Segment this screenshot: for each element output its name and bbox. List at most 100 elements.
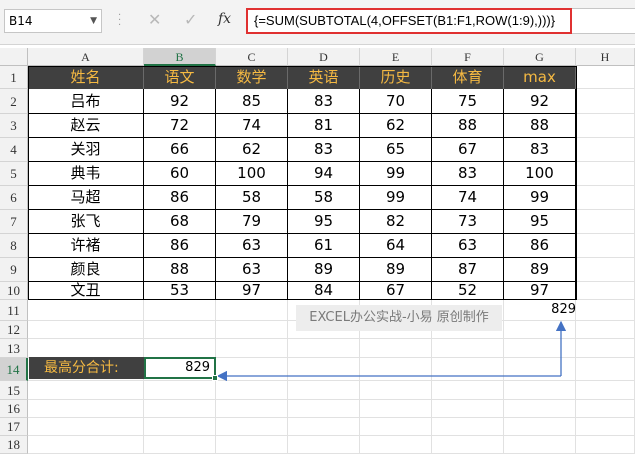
table-cell[interactable]: 典韦: [28, 162, 144, 186]
table-cell[interactable]: 53: [144, 282, 216, 300]
table-cell[interactable]: 83: [432, 162, 504, 186]
table-cell[interactable]: 83: [504, 138, 576, 162]
table-cell[interactable]: 95: [288, 210, 360, 234]
table-cell[interactable]: 94: [288, 162, 360, 186]
table-cell[interactable]: 关羽: [28, 138, 144, 162]
table-cell[interactable]: 89: [504, 258, 576, 282]
table-cell[interactable]: 70: [360, 89, 432, 114]
row-header-17[interactable]: 17: [0, 418, 28, 436]
row-header-2[interactable]: 2: [0, 89, 28, 114]
row-header-8[interactable]: 8: [0, 234, 28, 258]
table-cell[interactable]: 88: [504, 114, 576, 138]
chevron-down-icon[interactable]: ▼: [90, 10, 97, 32]
table-cell[interactable]: 63: [216, 234, 288, 258]
table-cell[interactable]: 100: [504, 162, 576, 186]
enter-icon[interactable]: ✓: [184, 10, 197, 29]
table-header-cell[interactable]: max: [504, 66, 576, 89]
table-cell[interactable]: 吕布: [28, 89, 144, 114]
column-header-A[interactable]: A: [28, 48, 144, 66]
table-cell[interactable]: 张飞: [28, 210, 144, 234]
table-cell[interactable]: 79: [216, 210, 288, 234]
table-cell[interactable]: 99: [360, 186, 432, 210]
table-cell[interactable]: 88: [144, 258, 216, 282]
formula-input[interactable]: {=SUM(SUBTOTAL(4,OFFSET(B1:F1,ROW(1:9),)…: [246, 8, 572, 34]
table-header-cell[interactable]: 姓名: [28, 66, 144, 89]
column-header-E[interactable]: E: [360, 48, 432, 66]
row-header-6[interactable]: 6: [0, 186, 28, 210]
row-header-14[interactable]: 14: [0, 358, 28, 381]
row-header-12[interactable]: 12: [0, 321, 28, 339]
table-cell[interactable]: 92: [144, 89, 216, 114]
table-cell[interactable]: 92: [504, 89, 576, 114]
table-cell[interactable]: 100: [216, 162, 288, 186]
table-header-cell[interactable]: 英语: [288, 66, 360, 89]
table-cell[interactable]: 86: [144, 186, 216, 210]
table-cell[interactable]: 67: [360, 282, 432, 300]
table-cell[interactable]: 66: [144, 138, 216, 162]
formula-input-extension[interactable]: [572, 8, 635, 34]
table-cell[interactable]: 73: [432, 210, 504, 234]
table-cell[interactable]: 87: [432, 258, 504, 282]
row-header-16[interactable]: 16: [0, 400, 28, 418]
row-header-13[interactable]: 13: [0, 339, 28, 358]
table-cell[interactable]: 58: [216, 186, 288, 210]
table-cell[interactable]: 65: [360, 138, 432, 162]
table-cell[interactable]: 82: [360, 210, 432, 234]
row-header-3[interactable]: 3: [0, 114, 28, 138]
table-cell[interactable]: 97: [504, 282, 576, 300]
row-header-18[interactable]: 18: [0, 436, 28, 454]
table-header-cell[interactable]: 历史: [360, 66, 432, 89]
table-cell[interactable]: 63: [216, 258, 288, 282]
table-cell[interactable]: 89: [288, 258, 360, 282]
table-cell[interactable]: 72: [144, 114, 216, 138]
row-header-5[interactable]: 5: [0, 162, 28, 186]
splitter-handle[interactable]: · · ·: [118, 11, 121, 31]
row-header-4[interactable]: 4: [0, 138, 28, 162]
select-all-corner[interactable]: [0, 48, 28, 66]
column-header-D[interactable]: D: [288, 48, 360, 66]
table-cell[interactable]: 88: [432, 114, 504, 138]
table-cell[interactable]: 97: [216, 282, 288, 300]
table-cell[interactable]: 85: [216, 89, 288, 114]
table-cell[interactable]: 83: [288, 89, 360, 114]
table-cell[interactable]: 63: [432, 234, 504, 258]
table-cell[interactable]: 60: [144, 162, 216, 186]
table-cell[interactable]: 75: [432, 89, 504, 114]
total-label-cell[interactable]: 最高分合计:: [29, 357, 144, 379]
table-cell[interactable]: 86: [504, 234, 576, 258]
row-header-7[interactable]: 7: [0, 210, 28, 234]
table-cell[interactable]: 68: [144, 210, 216, 234]
table-cell[interactable]: 文丑: [28, 282, 144, 300]
table-cell[interactable]: 赵云: [28, 114, 144, 138]
table-cell[interactable]: 89: [360, 258, 432, 282]
table-cell[interactable]: 64: [360, 234, 432, 258]
table-cell[interactable]: 颜良: [28, 258, 144, 282]
table-cell[interactable]: 81: [288, 114, 360, 138]
table-cell[interactable]: 84: [288, 282, 360, 300]
table-cell[interactable]: 74: [216, 114, 288, 138]
row-header-1[interactable]: 1: [0, 66, 28, 89]
total-value-cell[interactable]: 829: [144, 357, 216, 379]
column-header-G[interactable]: G: [504, 48, 576, 66]
cancel-icon[interactable]: ✕: [148, 10, 161, 29]
row-header-15[interactable]: 15: [0, 381, 28, 400]
table-header-cell[interactable]: 体育: [432, 66, 504, 89]
column-header-B[interactable]: B: [144, 48, 216, 66]
table-cell[interactable]: 62: [360, 114, 432, 138]
table-cell[interactable]: 83: [288, 138, 360, 162]
row-header-9[interactable]: 9: [0, 258, 28, 282]
table-cell[interactable]: 58: [288, 186, 360, 210]
table-cell[interactable]: 52: [432, 282, 504, 300]
table-cell[interactable]: 95: [504, 210, 576, 234]
table-cell[interactable]: 61: [288, 234, 360, 258]
table-cell[interactable]: 67: [432, 138, 504, 162]
insert-function-icon[interactable]: fx: [218, 11, 231, 27]
table-cell[interactable]: 马超: [28, 186, 144, 210]
table-cell[interactable]: 62: [216, 138, 288, 162]
row-header-10[interactable]: 10: [0, 282, 28, 300]
table-cell[interactable]: 99: [504, 186, 576, 210]
column-header-C[interactable]: C: [216, 48, 288, 66]
table-cell[interactable]: 74: [432, 186, 504, 210]
name-box[interactable]: B14 ▼: [4, 9, 102, 33]
row-header-11[interactable]: 11: [0, 300, 28, 321]
